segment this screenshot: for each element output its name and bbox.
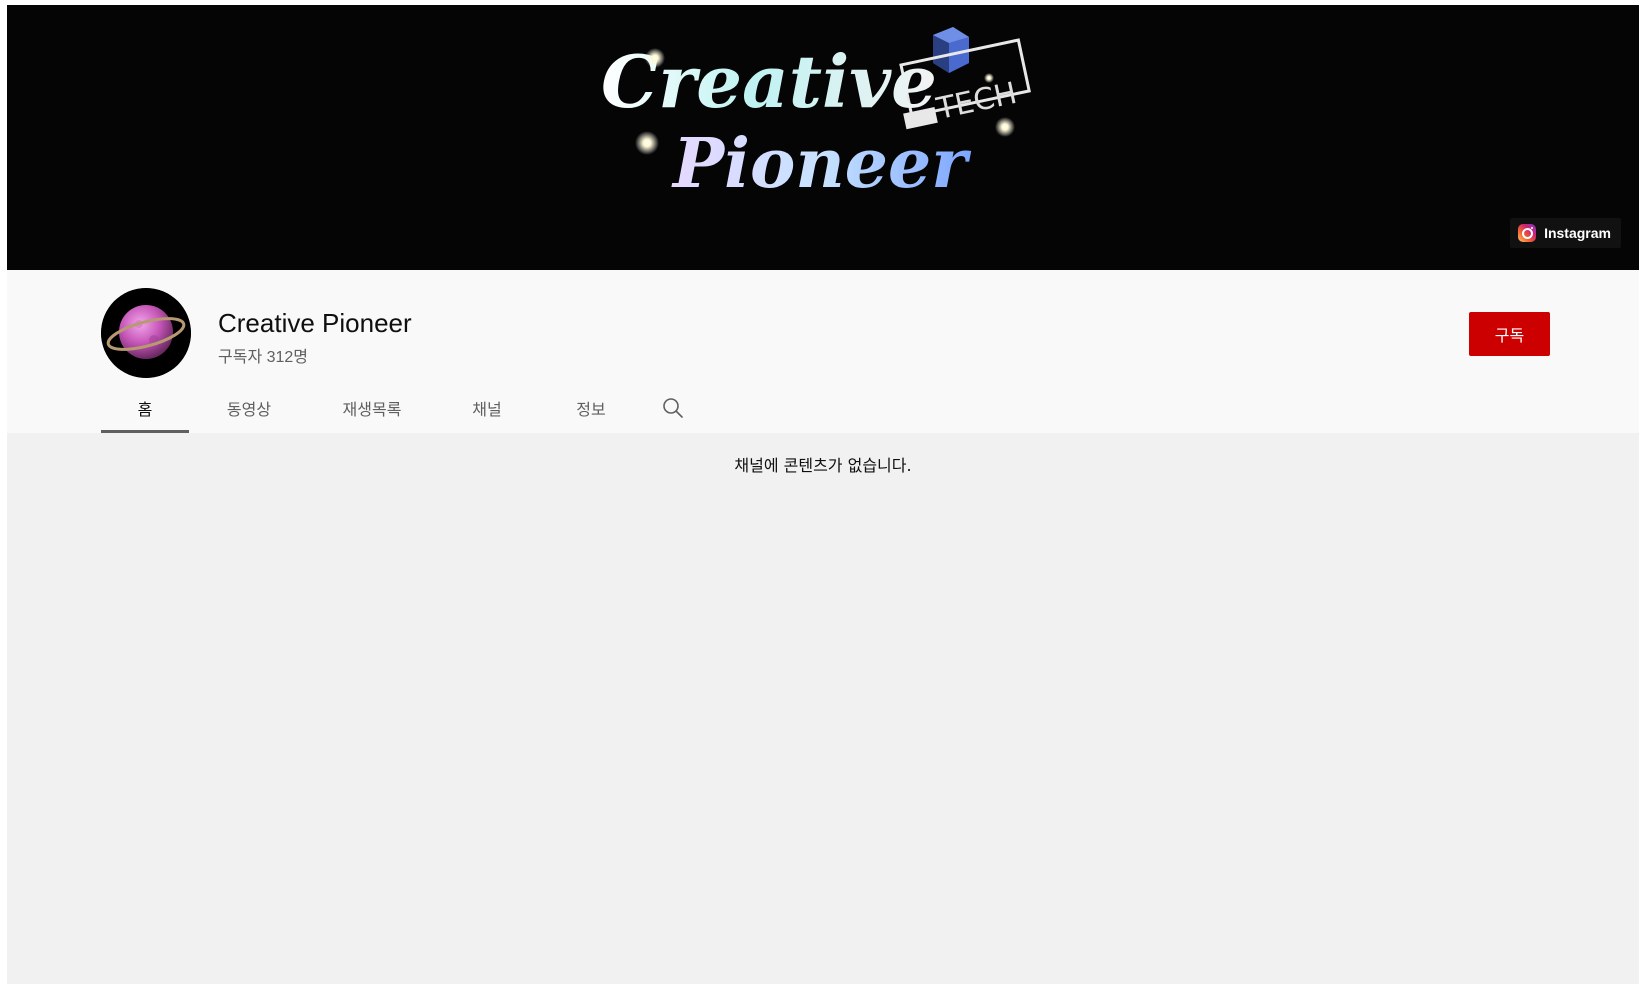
- avatar[interactable]: [101, 288, 191, 378]
- instagram-icon: [1518, 224, 1537, 242]
- banner-logo: TECH Creative Pioneer: [601, 27, 1031, 204]
- empty-content-message: 채널에 콘텐츠가 없습니다.: [734, 456, 912, 475]
- subscribe-button[interactable]: 구독: [1469, 312, 1550, 356]
- search-icon: [663, 397, 683, 418]
- channel-header: Creative Pioneer 구독자 312명 구독 홈 동영상 재생목록 …: [7, 270, 1639, 433]
- channel-title: Creative Pioneer: [218, 308, 412, 338]
- subscriber-count: 구독자 312명: [218, 349, 309, 366]
- instagram-link-label: Instagram: [1544, 225, 1611, 241]
- channel-search-button[interactable]: [643, 382, 703, 433]
- banner-logo-line2: Pioneer: [671, 124, 971, 204]
- tab-playlists[interactable]: 재생목록: [309, 382, 435, 433]
- planet-icon: [101, 288, 191, 378]
- tab-home[interactable]: 홈: [101, 382, 189, 433]
- tab-videos[interactable]: 동영상: [189, 382, 309, 433]
- tab-about[interactable]: 정보: [539, 382, 643, 433]
- channel-banner: TECH Creative Pioneer Instagram: [7, 5, 1639, 270]
- instagram-link[interactable]: Instagram: [1510, 218, 1621, 248]
- tab-channels[interactable]: 채널: [435, 382, 539, 433]
- channel-tabs: 홈 동영상 재생목록 채널 정보: [101, 382, 703, 433]
- cube-icon: [933, 27, 969, 73]
- channel-page: TECH Creative Pioneer Instagram Creative…: [7, 5, 1639, 984]
